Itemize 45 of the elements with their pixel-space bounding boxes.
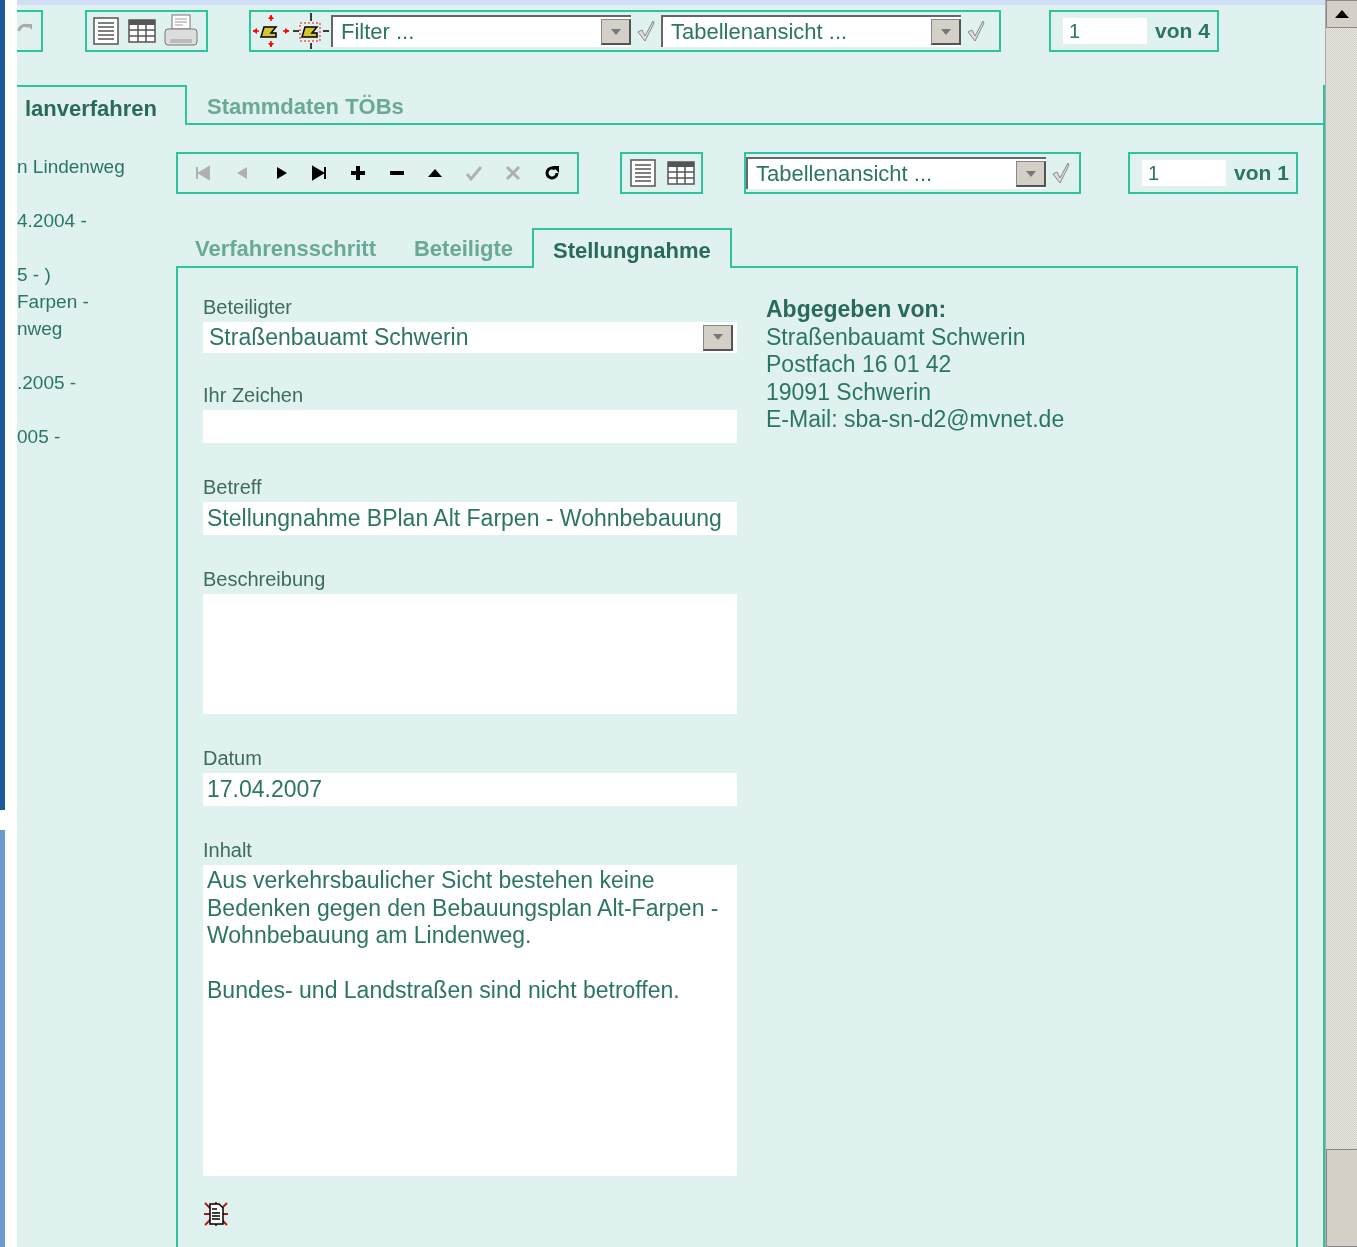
list-entry-text[interactable]: n Lindenweg: [17, 153, 176, 180]
list-entry-text[interactable]: 005 -: [17, 423, 176, 450]
participant-dropdown[interactable]: Straßenbauamt Schwerin: [203, 322, 737, 353]
page-count: von 4: [1155, 19, 1210, 43]
text-field[interactable]: 17.04.2007: [203, 773, 737, 806]
text-area[interactable]: Aus verkehrsbaulicher Sicht bestehen keine Bedenken gegen den Bebauungsplan Alt-Farpen - Wohnbebauung am Lindenweg. Bundes- und Landstraßen sind nicht betroffen.: [203, 865, 737, 1176]
sender-heading: Abgegeben von:: [766, 296, 948, 324]
list-entry-text[interactable]: Farpen -: [17, 288, 176, 315]
field-label: Ihr Zeichen: [203, 384, 305, 408]
scroll-up-icon[interactable]: [1335, 10, 1349, 18]
sender-address-line: E-Mail: sba-sn-d2@mvnet.de: [766, 406, 1065, 434]
field-label: Betreff: [203, 476, 263, 500]
list-entry-text[interactable]: nweg: [17, 315, 176, 342]
scrollbar-thumb[interactable]: [1326, 1149, 1357, 1247]
field-label: Beschreibung: [203, 568, 327, 592]
shrink-filter-icon[interactable]: [291, 11, 331, 51]
apply-check-icon[interactable]: [967, 20, 985, 42]
list-entry-text[interactable]: .2005 -: [17, 369, 176, 396]
list-view-icon[interactable]: [91, 16, 121, 46]
page-number-field[interactable]: 1: [1142, 160, 1226, 186]
field-label: Beteiligter: [203, 296, 293, 320]
sender-address-line: Straßenbauamt Schwerin: [766, 323, 1027, 351]
tab[interactable]: lanverfahren: [17, 85, 187, 125]
apply-check-icon[interactable]: [1052, 162, 1070, 184]
scrollbar[interactable]: [1325, 0, 1357, 1247]
text-field[interactable]: Stellungnahme BPlan Alt Farpen - Wohnbebauung: [203, 502, 737, 535]
sender-address-line: 19091 Schwerin: [766, 378, 932, 406]
printer-icon[interactable]: [163, 13, 199, 49]
text-field[interactable]: [203, 410, 737, 443]
view-dropdown[interactable]: Tabellenansicht ...: [661, 15, 961, 47]
tab[interactable]: Stellungnahme: [532, 228, 732, 268]
sender-address-line: Postfach 16 01 42: [766, 351, 953, 379]
page-number-field[interactable]: 1: [1063, 18, 1147, 44]
filter-dropdown[interactable]: Filter ...: [331, 15, 631, 47]
list-entry-text[interactable]: 4.2004 -: [17, 207, 176, 234]
table-view-icon[interactable]: [665, 158, 696, 188]
page-count: von 1: [1234, 161, 1289, 185]
view-dropdown[interactable]: Tabellenansicht ...: [746, 157, 1046, 189]
field-label: Datum: [203, 747, 263, 771]
field-label: Inhalt: [203, 839, 253, 863]
list-entry-text[interactable]: 5 - ): [17, 261, 176, 288]
apply-check-icon[interactable]: [637, 20, 655, 42]
list-view-icon[interactable]: [627, 158, 658, 188]
document-icon[interactable]: [203, 1201, 229, 1227]
table-view-icon[interactable]: [127, 16, 157, 46]
